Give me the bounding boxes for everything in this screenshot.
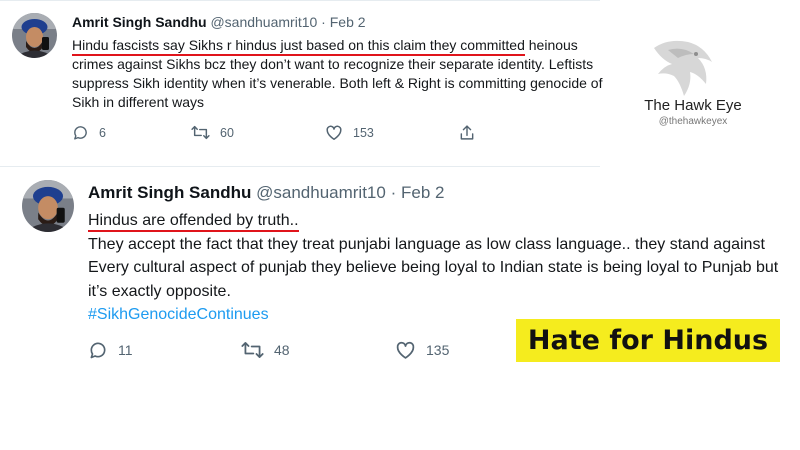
tweet-2-hashtag[interactable]: #SikhGenocideContinues (88, 306, 269, 323)
retweet-icon (241, 340, 264, 360)
tweet-2-underlined-text: Hindus are offended by truth.. (88, 212, 299, 232)
tweet-2-text: Hindus are offended by truth.. They acce… (88, 209, 788, 327)
tweet-2-reply-button[interactable]: 11 (88, 340, 133, 360)
tweet-2-reply-count: 11 (118, 342, 133, 358)
tweet-2-separator: · (390, 183, 397, 202)
tweet-1-retweet-button[interactable]: 60 (191, 124, 234, 141)
tweet-1-avatar[interactable] (12, 13, 57, 58)
like-icon (395, 340, 416, 360)
reply-icon (88, 340, 108, 360)
tweet-2-retweet-button[interactable]: 48 (241, 340, 290, 360)
tweet-1-author-name[interactable]: Amrit Singh Sandhu (72, 14, 207, 30)
watermark-handle: @thehawkeyex (658, 116, 728, 127)
tweet-1-underlined-text: Hindu fascists say Sikhs r hindus just b… (72, 37, 525, 56)
tweet-2-header: Amrit Singh Sandhu @sandhuamrit10 · Feb … (88, 183, 444, 203)
tweet-1-retweet-count: 60 (220, 125, 234, 140)
tweet-divider (0, 166, 600, 167)
tweet-1-reply-count: 6 (99, 125, 106, 140)
eagle-icon (648, 36, 720, 103)
share-icon (459, 124, 475, 141)
watermark-title: The Hawk Eye (644, 97, 742, 114)
tweet-1-header: Amrit Singh Sandhu @sandhuamrit10 · Feb … (72, 14, 366, 30)
tweet-2-handle[interactable]: @sandhuamrit10 (256, 183, 386, 202)
tweet-2-like-button[interactable]: 135 (395, 340, 449, 360)
tweet-1-text: Hindu fascists say Sikhs r hindus just b… (72, 36, 607, 112)
tweet-2-avatar[interactable] (22, 180, 74, 232)
tweet-1-reply-button[interactable]: 6 (72, 124, 106, 141)
tweet-1-handle[interactable]: @sandhuamrit10 (210, 14, 317, 30)
tweet-2-like-count: 135 (426, 342, 450, 358)
hate-banner: Hate for Hindus (516, 319, 780, 362)
retweet-icon (191, 124, 210, 141)
tweet-1-like-button[interactable]: 153 (325, 124, 374, 141)
like-icon (325, 124, 343, 141)
tweet-1-share-button[interactable] (459, 124, 475, 141)
tweet-1-date[interactable]: Feb 2 (330, 14, 366, 30)
tweet-2-body-text: They accept the fact that they treat pun… (88, 235, 779, 300)
reply-icon (72, 124, 89, 141)
tweet-2-date[interactable]: Feb 2 (401, 183, 444, 202)
top-divider (0, 0, 600, 1)
tweet-2-retweet-count: 48 (274, 342, 290, 358)
tweet-2-author-name[interactable]: Amrit Singh Sandhu (88, 183, 251, 202)
tweet-1-like-count: 153 (353, 125, 374, 140)
tweet-1-separator: · (321, 14, 326, 30)
